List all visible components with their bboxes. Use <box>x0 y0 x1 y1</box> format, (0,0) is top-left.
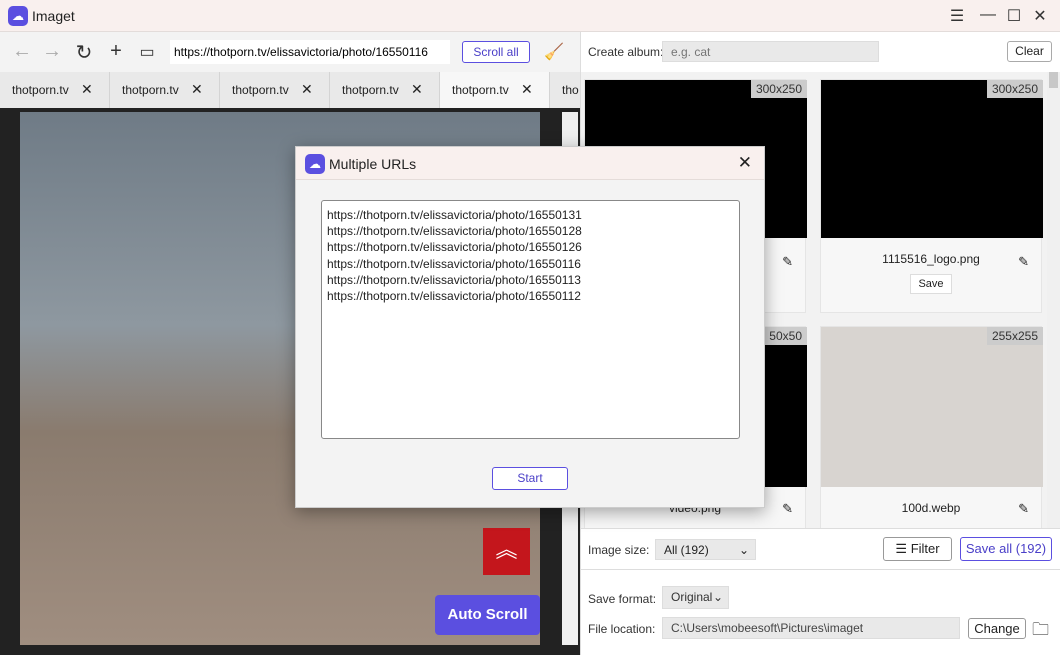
image-size-value: All (192) <box>664 543 709 557</box>
forward-icon[interactable]: → <box>41 40 63 63</box>
size-badge: 300x250 <box>750 80 807 98</box>
tab-active[interactable]: thotporn.tv ✕ <box>440 72 550 108</box>
edit-icon[interactable]: ✎ <box>1018 501 1029 517</box>
tab-label: thotporn.tv <box>342 83 399 97</box>
tab[interactable]: tho <box>550 72 580 108</box>
filter-label: Filter <box>910 541 940 556</box>
start-button[interactable]: Start <box>492 467 568 490</box>
image-size-label: Image size: <box>588 543 650 557</box>
reload-icon[interactable]: ↻ <box>73 40 95 65</box>
urls-textarea[interactable]: https://thotporn.tv/elissavictoria/photo… <box>321 200 740 439</box>
album-input[interactable] <box>662 41 879 62</box>
clean-icon[interactable]: 🧹 <box>543 42 565 62</box>
file-location-label: File location: <box>588 622 656 636</box>
image-card[interactable]: 255x255 100d.webp ✎ <box>820 326 1043 528</box>
tab-label: thotporn.tv <box>452 83 509 97</box>
tab[interactable]: thotporn.tv ✕ <box>330 72 440 108</box>
scroll-top-button[interactable]: ︽ <box>483 528 530 575</box>
size-badge: 300x250 <box>986 80 1043 98</box>
tab-label: thotporn.tv <box>232 83 289 97</box>
save-format-select[interactable]: Original ⌄ <box>662 586 729 609</box>
close-tab-icon[interactable]: ✕ <box>411 81 423 98</box>
file-location-field: C:\Users\mobeesoft\Pictures\imaget <box>662 617 960 639</box>
close-dialog-icon[interactable]: ✕ <box>738 153 752 173</box>
file-name: 100d.webp <box>901 501 961 515</box>
file-name: 1115516_logo.png <box>882 252 980 266</box>
folder-icon[interactable]: 🗀 <box>1032 617 1049 646</box>
multiple-urls-dialog: ☁ Multiple URLs ✕ https://thotporn.tv/el… <box>295 146 765 508</box>
close-window-button[interactable]: ✕ <box>1028 6 1052 26</box>
edit-icon[interactable]: ✎ <box>782 501 793 517</box>
back-icon[interactable]: ← <box>11 40 33 63</box>
app-logo-icon: ☁ <box>8 6 28 26</box>
edit-icon[interactable]: ✎ <box>1018 254 1029 270</box>
app-title: Imaget <box>32 8 75 24</box>
dialog-title: Multiple URLs <box>329 156 417 172</box>
tab-label: thotporn.tv <box>122 83 179 97</box>
image-card[interactable]: 300x250 1115516_logo.png ✎ Save <box>820 79 1043 313</box>
title-bar <box>0 0 1060 32</box>
save-image-button[interactable]: Save <box>910 274 952 294</box>
save-format-value: Original <box>671 590 713 604</box>
change-button[interactable]: Change <box>968 618 1026 639</box>
tab[interactable]: thotporn.tv ✕ <box>0 72 110 108</box>
image-size-select[interactable]: All (192) ⌄ <box>655 539 756 560</box>
edit-icon[interactable]: ✎ <box>782 254 793 270</box>
auto-scroll-button[interactable]: Auto Scroll <box>435 595 540 635</box>
thumbnail: 300x250 <box>821 80 1043 238</box>
sliders-icon: ☰ <box>895 541 911 556</box>
window-icon[interactable]: ▭ <box>136 42 158 62</box>
dialog-header: ☁ Multiple URLs ✕ <box>296 147 764 180</box>
scroll-all-button[interactable]: Scroll all <box>462 41 530 63</box>
size-badge: 255x255 <box>986 327 1043 345</box>
close-tab-icon[interactable]: ✕ <box>521 81 533 98</box>
menu-icon[interactable]: ☰ <box>945 6 969 26</box>
thumbnail: 255x255 <box>821 327 1043 487</box>
save-all-button[interactable]: Save all (192) <box>960 537 1052 561</box>
tab[interactable]: thotporn.tv ✕ <box>220 72 330 108</box>
save-format-label: Save format: <box>588 592 657 606</box>
minimize-button[interactable]: — <box>976 6 1000 24</box>
new-tab-icon[interactable]: + <box>105 40 127 63</box>
close-tab-icon[interactable]: ✕ <box>301 81 313 98</box>
tab[interactable]: thotporn.tv ✕ <box>110 72 220 108</box>
chevron-down-icon: ⌄ <box>738 543 749 557</box>
close-tab-icon[interactable]: ✕ <box>81 81 93 98</box>
maximize-button[interactable]: ☐ <box>1002 6 1026 26</box>
clear-button[interactable]: Clear <box>1007 41 1052 62</box>
app-logo-icon: ☁ <box>305 154 325 174</box>
filter-button[interactable]: ☰ Filter <box>883 537 952 561</box>
chevron-down-icon: ⌄ <box>712 590 723 604</box>
grid-scrollbar[interactable] <box>1047 72 1060 528</box>
tab-bar: thotporn.tv ✕ thotporn.tv ✕ thotporn.tv ✕ t… <box>0 72 580 108</box>
size-badge: 50x50 <box>764 327 807 345</box>
url-input[interactable] <box>170 40 450 64</box>
tab-label: tho <box>562 83 579 97</box>
tab-label: thotporn.tv <box>12 83 69 97</box>
create-album-label: Create album: <box>588 45 664 59</box>
close-tab-icon[interactable]: ✕ <box>191 81 203 98</box>
